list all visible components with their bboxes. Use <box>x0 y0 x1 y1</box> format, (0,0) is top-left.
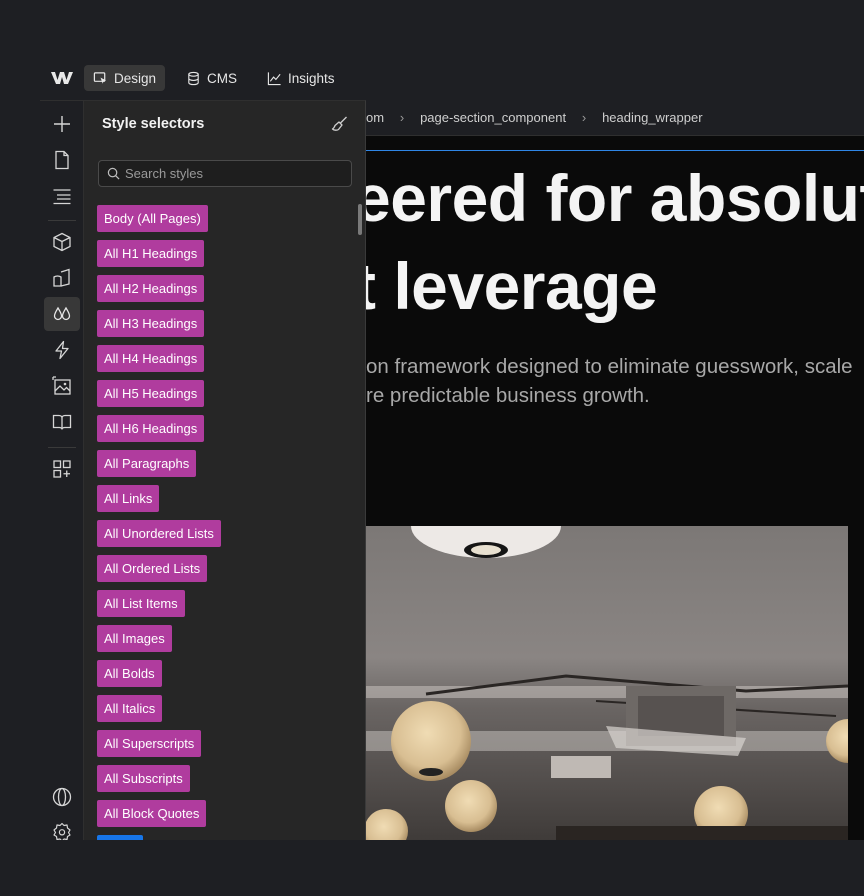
settings-icon <box>53 822 71 842</box>
hero-heading-line-1: eered for absolut <box>366 161 864 235</box>
selector-tag-subscripts[interactable]: All Subscripts <box>97 765 190 792</box>
selector-tag-h3[interactable]: All H3 Headings <box>97 310 205 337</box>
hero-heading-line-2: t leverage <box>366 249 658 323</box>
book-icon <box>52 414 72 430</box>
navigator-button[interactable] <box>44 179 80 213</box>
selector-tag-bolds[interactable]: All Bolds <box>97 660 162 687</box>
style-selectors-icon <box>53 306 71 321</box>
left-toolbar <box>40 100 84 842</box>
tab-insights[interactable]: Insights <box>258 65 344 91</box>
webflow-logo-icon[interactable] <box>40 58 84 98</box>
style-selectors-button[interactable] <box>44 297 80 331</box>
breadcrumb-item-page-section[interactable]: page-section_component <box>420 110 566 125</box>
bottom-area <box>0 840 864 896</box>
selector-tag-list-items[interactable]: All List Items <box>97 590 185 617</box>
design-canvas[interactable]: eered for absolut t leverage on framewor… <box>366 100 864 840</box>
selector-tag-list: Body (All Pages) All H1 Headings All H2 … <box>97 205 347 840</box>
tab-design[interactable]: Design <box>84 65 166 91</box>
tab-insights-label: Insights <box>288 70 335 86</box>
apps-icon <box>53 460 71 478</box>
breadcrumb: om › page-section_component › heading_wr… <box>366 100 864 136</box>
selector-tag-h5[interactable]: All H5 Headings <box>97 380 205 407</box>
design-cursor-icon <box>93 71 107 84</box>
navigator-icon <box>53 189 71 205</box>
tab-cms-label: CMS <box>207 70 238 86</box>
selector-tag-body[interactable]: Body (All Pages) <box>97 205 208 232</box>
selection-outline <box>366 150 864 151</box>
style-guide-icon <box>53 268 70 287</box>
search-input[interactable] <box>125 166 345 181</box>
plus-icon <box>54 116 70 132</box>
hero-heading[interactable]: eered for absolut t leverage <box>366 154 864 330</box>
globe-icon <box>52 787 72 807</box>
hero-image[interactable] <box>366 526 848 840</box>
selector-tag-block-quotes[interactable]: All Block Quotes <box>97 800 207 827</box>
selector-tag-unordered-lists[interactable]: All Unordered Lists <box>97 520 221 547</box>
pages-button[interactable] <box>44 143 80 177</box>
selector-tag-ordered-lists[interactable]: All Ordered Lists <box>97 555 208 582</box>
hero-subtext[interactable]: on framework designed to eliminate guess… <box>366 352 864 410</box>
selector-tag-h2[interactable]: All H2 Headings <box>97 275 205 302</box>
interactions-button[interactable] <box>44 333 80 367</box>
selector-tag-images[interactable]: All Images <box>97 625 172 652</box>
breadcrumb-item-heading-wrapper[interactable]: heading_wrapper <box>602 110 702 125</box>
hero-subtext-line-1: on framework designed to eliminate guess… <box>366 355 853 378</box>
selector-tag-h6[interactable]: All H6 Headings <box>97 415 205 442</box>
selector-tag-superscripts[interactable]: All Superscripts <box>97 730 202 757</box>
tab-design-label: Design <box>114 70 157 86</box>
assets-icon <box>52 376 71 395</box>
variables-button[interactable] <box>44 261 80 295</box>
chevron-right-icon: › <box>581 110 587 125</box>
selector-tag-h4[interactable]: All H4 Headings <box>97 345 205 372</box>
panel-scrollbar[interactable] <box>358 204 362 235</box>
interactions-icon <box>55 340 69 360</box>
database-icon <box>188 71 199 85</box>
chart-icon <box>267 71 281 85</box>
selector-tag-italics[interactable]: All Italics <box>97 695 163 722</box>
page-icon <box>55 150 69 170</box>
selector-tag-links[interactable]: All Links <box>97 485 160 512</box>
clean-up-styles-icon[interactable] <box>330 115 348 133</box>
components-button[interactable] <box>44 225 80 259</box>
assets-button[interactable] <box>44 369 80 403</box>
learn-button[interactable] <box>44 405 80 439</box>
style-selectors-panel: Style selectors Body (All Pages) All H1 … <box>84 100 366 840</box>
tab-cms[interactable]: CMS <box>177 65 246 91</box>
add-elements-button[interactable] <box>44 107 80 141</box>
cube-icon <box>53 232 71 252</box>
search-icon <box>107 167 120 180</box>
selector-tag-paragraphs[interactable]: All Paragraphs <box>97 450 197 477</box>
search-styles-field[interactable] <box>98 160 352 187</box>
apps-button[interactable] <box>44 452 80 486</box>
chevron-right-icon: › <box>399 110 405 125</box>
panel-title: Style selectors <box>102 116 205 132</box>
localization-button[interactable] <box>44 780 80 814</box>
breadcrumb-item-body[interactable]: om <box>366 110 384 125</box>
hero-subtext-line-2: re predictable business growth. <box>366 384 650 407</box>
top-bar: Design CMS Insights <box>40 58 864 98</box>
selector-tag-h1[interactable]: All H1 Headings <box>97 240 205 267</box>
